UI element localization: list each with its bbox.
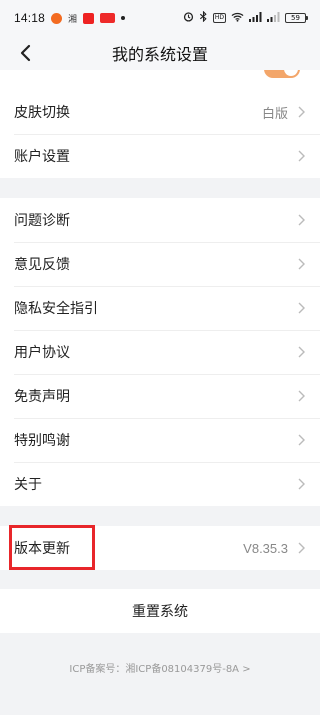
chevron-right-icon <box>296 389 306 403</box>
row-label: 隐私安全指引 <box>14 301 98 317</box>
alarm-icon <box>183 11 194 25</box>
row-feedback[interactable]: 意见反馈 <box>0 242 320 286</box>
signal-icon-2 <box>267 11 280 25</box>
status-bar: 14:18 湘 HD 59 <box>0 0 320 36</box>
row-label: 问题诊断 <box>14 213 70 229</box>
version-value: V8.35.3 <box>243 540 288 556</box>
partial-row-label <box>14 70 64 75</box>
row-label: 特别鸣谢 <box>14 433 70 449</box>
settings-group-info: 问题诊断 意见反馈 隐私安全指引 用户协议 免责声明 特别鸣谢 关于 <box>0 198 320 506</box>
row-skin-switch[interactable]: 皮肤切换 白版 <box>0 90 320 134</box>
red-badge-icon <box>100 13 116 23</box>
chevron-right-icon <box>296 301 306 315</box>
battery-icon: 59 <box>285 13 308 23</box>
row-label: 免责声明 <box>14 389 70 405</box>
row-label: 意见反馈 <box>14 257 70 273</box>
row-label: 用户协议 <box>14 345 70 361</box>
row-privacy-guide[interactable]: 隐私安全指引 <box>0 286 320 330</box>
signal-icon <box>249 11 262 25</box>
row-diagnosis[interactable]: 问题诊断 <box>0 198 320 242</box>
row-account-settings[interactable]: 账户设置 <box>0 134 320 178</box>
bluetooth-icon <box>199 10 208 25</box>
highlight-box <box>9 525 95 570</box>
page-title: 我的系统设置 <box>111 45 208 64</box>
chevron-right-icon <box>296 433 306 447</box>
chevron-right-icon <box>296 149 306 163</box>
settings-group-appearance: 皮肤切换 白版 账户设置 <box>0 90 320 178</box>
wifi-icon <box>231 12 244 25</box>
chevron-left-icon <box>20 44 31 62</box>
chevron-right-icon <box>296 345 306 359</box>
chevron-right-icon <box>296 541 306 555</box>
app-icon <box>83 12 95 24</box>
chevron-right-icon <box>296 105 306 119</box>
weibo-icon <box>51 12 63 24</box>
row-label: 关于 <box>14 477 42 493</box>
nav-bar: 我的系统设置 <box>0 36 320 70</box>
toggle-switch[interactable] <box>264 70 300 78</box>
dot-icon <box>121 16 126 20</box>
reset-system-button[interactable]: 重置系统 <box>0 589 320 633</box>
partial-toggle-row <box>0 70 320 90</box>
row-user-agreement[interactable]: 用户协议 <box>0 330 320 374</box>
row-disclaimer[interactable]: 免责声明 <box>0 374 320 418</box>
row-value: 白版 <box>261 105 288 121</box>
hd-icon: HD <box>212 13 226 23</box>
chevron-right-icon <box>296 257 306 271</box>
icp-link[interactable]: ICP备案号：湘ICP备08104379号-8A > <box>0 660 320 675</box>
row-acknowledgements[interactable]: 特别鸣谢 <box>0 418 320 462</box>
back-button[interactable] <box>12 40 38 66</box>
row-label: 账户设置 <box>14 149 70 165</box>
row-label: 皮肤切换 <box>14 105 70 121</box>
row-about[interactable]: 关于 <box>0 462 320 506</box>
status-time: 14:18 <box>14 11 46 25</box>
chevron-right-icon <box>296 213 306 227</box>
xiang-icon: 湘 <box>68 14 78 25</box>
chevron-right-icon <box>296 477 306 491</box>
